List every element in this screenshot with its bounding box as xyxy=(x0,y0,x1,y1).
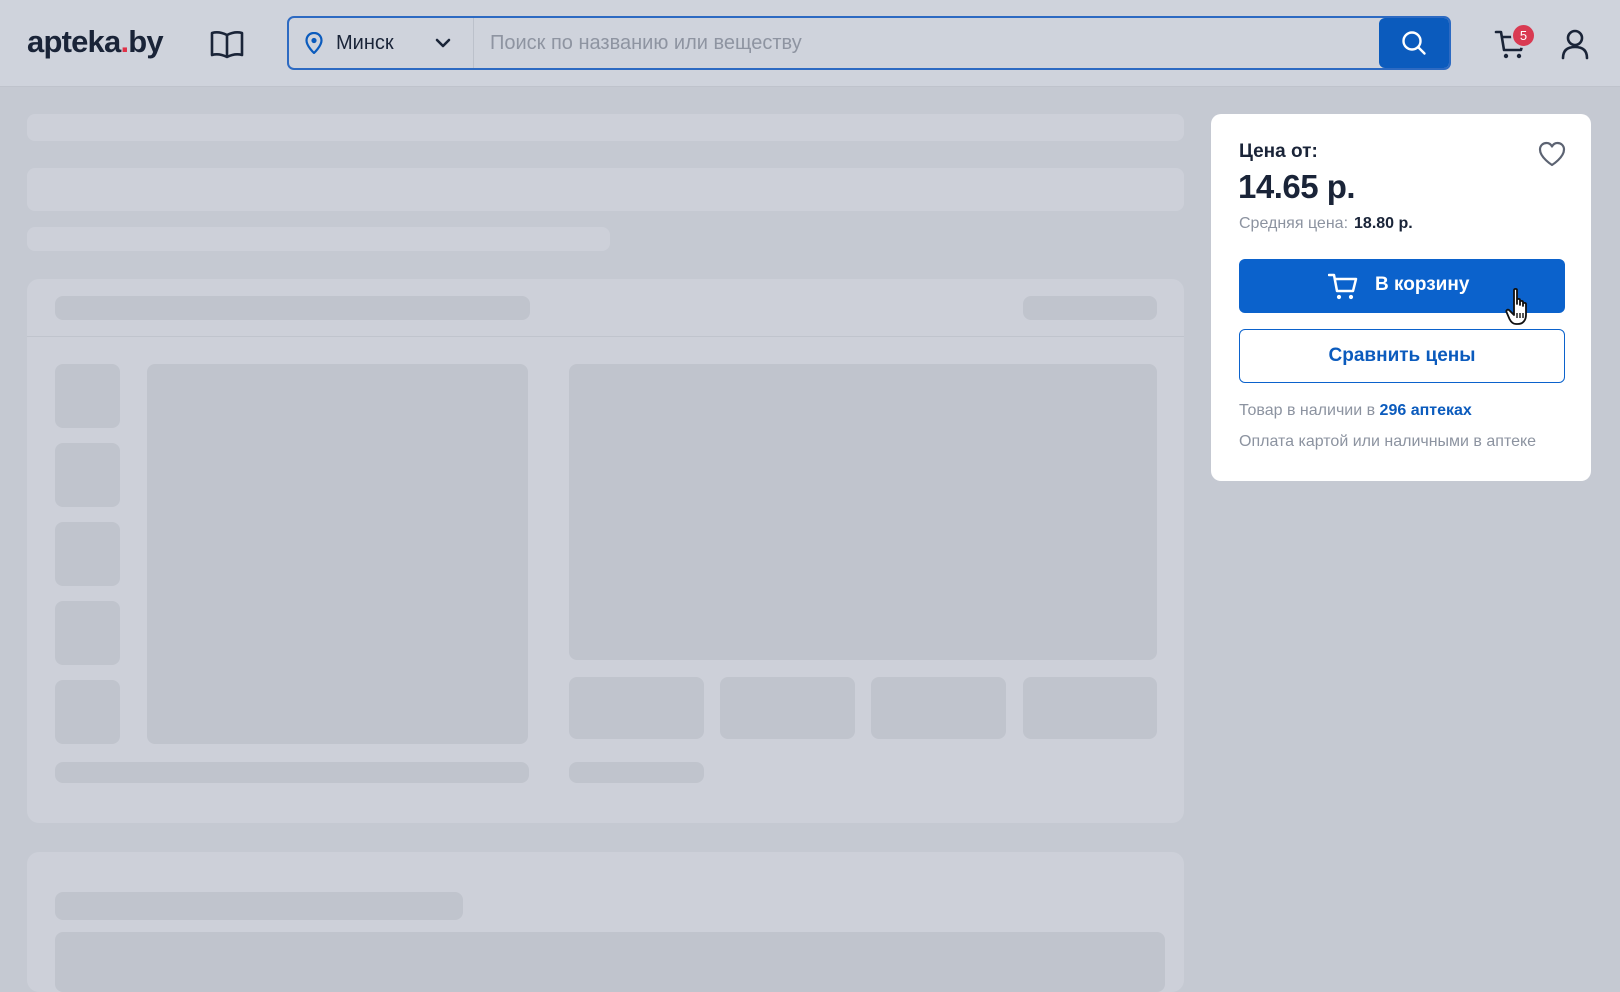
site-header: apteka.by Минск 5 xyxy=(0,0,1620,87)
card-header-aside-placeholder xyxy=(1023,296,1157,320)
title-placeholder xyxy=(27,168,1184,211)
thumbnail-placeholder xyxy=(55,522,120,586)
secondary-title-placeholder xyxy=(55,892,463,920)
add-to-cart-label: В корзину xyxy=(1375,274,1470,295)
price-from-label: Цена от: xyxy=(1239,141,1318,162)
search-button[interactable] xyxy=(1379,18,1449,68)
availability-row: Товар в наличии в 296 аптеках xyxy=(1239,402,1472,420)
card-header-placeholder xyxy=(55,296,530,320)
location-pin-icon xyxy=(305,32,323,54)
thumbnail-placeholder xyxy=(55,601,120,665)
availability-text: Товар в наличии в xyxy=(1239,402,1376,419)
breadcrumb-placeholder xyxy=(27,114,1184,141)
user-icon[interactable] xyxy=(1560,28,1590,60)
favorite-heart-icon[interactable] xyxy=(1537,140,1567,168)
caption-placeholder xyxy=(55,762,529,783)
payment-info: Оплата картой или наличными в аптеке xyxy=(1239,433,1537,450)
secondary-body-placeholder xyxy=(55,932,1165,992)
thumbnail-placeholder xyxy=(55,443,120,507)
info-chip-placeholder xyxy=(1023,677,1157,739)
city-name: Минск xyxy=(336,32,394,54)
logo-suffix: by xyxy=(128,24,163,59)
average-price-label: Средняя цена: xyxy=(1239,215,1349,232)
average-price-row: Средняя цена: 18.80 р. xyxy=(1239,215,1413,233)
search-input[interactable] xyxy=(474,18,1370,68)
info-chip-placeholder xyxy=(871,677,1006,739)
chevron-down-icon xyxy=(435,38,451,48)
product-image-placeholder xyxy=(147,364,528,744)
search-icon xyxy=(1402,31,1426,55)
info-chip-placeholder xyxy=(720,677,855,739)
cart-count-badge: 5 xyxy=(1511,23,1536,48)
price-value: 14.65 р. xyxy=(1238,168,1356,205)
thumbnail-placeholder xyxy=(55,680,120,744)
info-caption-placeholder xyxy=(569,762,704,783)
average-price-value: 18.80 р. xyxy=(1354,215,1413,232)
compare-prices-button[interactable]: Сравнить цены xyxy=(1239,329,1565,383)
hand-cursor-icon xyxy=(1505,287,1527,325)
city-select[interactable]: Минск xyxy=(289,18,474,68)
logo-prefix: apteka xyxy=(27,24,121,59)
subtitle-placeholder xyxy=(27,227,610,251)
search-bar: Минск xyxy=(287,16,1451,70)
info-block-placeholder xyxy=(569,364,1157,660)
site-logo[interactable]: apteka.by xyxy=(27,24,164,60)
pharmacies-count-link[interactable]: 296 аптеках xyxy=(1380,402,1472,419)
cart-icon xyxy=(1328,273,1358,300)
catalog-book-icon[interactable] xyxy=(210,29,244,59)
thumbnail-placeholder xyxy=(55,364,120,428)
price-panel: Цена от: 14.65 р. Средняя цена: 18.80 р. … xyxy=(1211,114,1591,481)
info-chip-placeholder xyxy=(569,677,704,739)
card-divider xyxy=(27,336,1184,337)
